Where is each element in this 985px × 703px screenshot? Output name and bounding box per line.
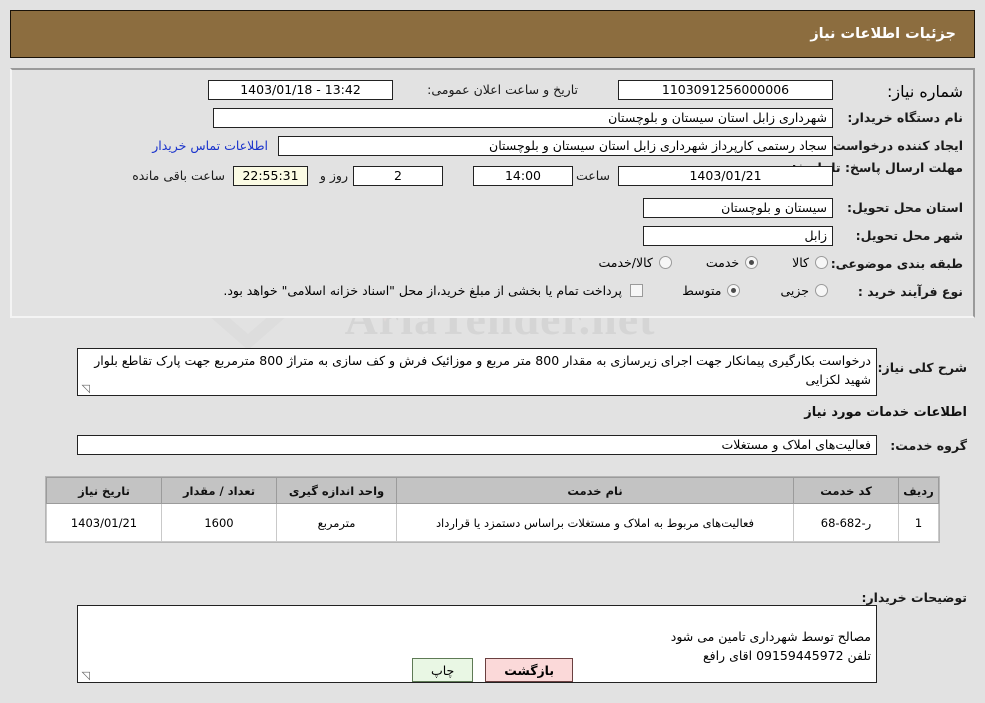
category-option-khedmat[interactable]: خدمت — [705, 255, 759, 270]
requester-value: سجاد رستمی کارپرداز شهرداری زابل استان س… — [278, 136, 833, 156]
category-label: طبقه بندی موضوعی: — [830, 256, 963, 271]
deadline-days-label: روز و — [319, 168, 348, 183]
action-buttons: بازگشت چاپ — [0, 658, 985, 682]
city-value: زابل — [643, 226, 833, 246]
radio-icon[interactable] — [745, 256, 759, 269]
cell-date: 1403/01/21 — [46, 503, 162, 542]
deadline-date: 1403/01/21 — [618, 166, 833, 186]
buyer-contact-link[interactable]: اطلاعات تماس خریدار — [152, 138, 268, 153]
process-option-jozei[interactable]: جزیی — [780, 283, 828, 298]
summary-label: شرح کلی نیاز: — [877, 360, 967, 375]
resize-grip-icon[interactable]: ◹ — [80, 383, 90, 394]
table-row: 1 ر-682-68 فعالیت‌های مربوط به املاک و م… — [46, 503, 939, 542]
services-table-wrapper: ردیف کد خدمت نام خدمت واحد اندازه گیری ت… — [45, 476, 940, 543]
treasury-docs-checkbox-row[interactable]: پرداخت تمام یا بخشی از مبلغ خرید،از محل … — [223, 283, 643, 298]
table-header-row: ردیف کد خدمت نام خدمت واحد اندازه گیری ت… — [46, 477, 939, 504]
radio-icon[interactable] — [658, 256, 672, 269]
public-announce-value: 13:42 - 1403/01/18 — [208, 80, 393, 100]
service-group-value: فعالیت‌های املاک و مستغلات — [77, 435, 877, 455]
checkbox-icon[interactable] — [630, 284, 643, 297]
cell-quantity: 1600 — [161, 503, 277, 542]
process-type-radio-group: جزیی متوسط — [682, 283, 828, 298]
deadline-time: 14:00 — [473, 166, 573, 186]
services-table: ردیف کد خدمت نام خدمت واحد اندازه گیری ت… — [46, 477, 939, 542]
deadline-label: مهلت ارسال پاسخ: تا تاریخ: — [791, 160, 963, 175]
buyer-org-value: شهرداری زابل استان سیستان و بلوچستان — [213, 108, 833, 128]
province-label: استان محل تحویل: — [846, 200, 963, 215]
category-option-kala[interactable]: کالا — [792, 255, 828, 270]
need-number-label: شماره نیاز: — [887, 82, 963, 101]
category-option-label: کالا — [792, 255, 809, 270]
th-quantity: تعداد / مقدار — [161, 477, 277, 504]
radio-icon[interactable] — [815, 256, 828, 269]
category-option-label: خدمت — [705, 255, 740, 270]
category-option-label: کالا/خدمت — [598, 255, 653, 270]
buyer-notes-label: توضیحات خریدار: — [861, 590, 967, 605]
page-root: AriaTender.net جزئیات اطلاعات نیاز شماره… — [0, 0, 985, 703]
public-announce-label: تاریخ و ساعت اعلان عمومی: — [427, 82, 578, 97]
th-date: تاریخ نیاز — [46, 477, 162, 504]
radio-icon[interactable] — [727, 284, 741, 297]
requester-label: ایجاد کننده درخواست: — [827, 138, 963, 153]
th-name: نام خدمت — [396, 477, 794, 504]
category-option-kala-khedmat[interactable]: کالا/خدمت — [598, 255, 672, 270]
process-option-motavaset[interactable]: متوسط — [682, 283, 741, 298]
need-number-value: 1103091256000006 — [618, 80, 833, 100]
th-row: ردیف — [898, 477, 939, 504]
cell-code: ر-682-68 — [793, 503, 899, 542]
treasury-docs-label: پرداخت تمام یا بخشی از مبلغ خرید،از محل … — [223, 283, 622, 298]
province-value: سیستان و بلوچستان — [643, 198, 833, 218]
summary-text: درخواست بکارگیری پیمانکار جهت اجرای زیرس… — [94, 353, 871, 387]
city-label: شهر محل تحویل: — [855, 228, 963, 243]
deadline-countdown: 22:55:31 — [233, 166, 308, 186]
cell-row: 1 — [898, 503, 939, 542]
service-group-label: گروه خدمت: — [890, 438, 967, 453]
need-info-panel: شماره نیاز: 1103091256000006 تاریخ و ساع… — [10, 68, 975, 318]
deadline-days: 2 — [353, 166, 443, 186]
back-button[interactable]: بازگشت — [485, 658, 574, 682]
buyer-org-label: نام دستگاه خریدار: — [847, 110, 963, 125]
th-code: کد خدمت — [793, 477, 899, 504]
deadline-remaining-label: ساعت باقی مانده — [132, 168, 225, 183]
radio-icon[interactable] — [815, 284, 828, 297]
process-option-label: جزیی — [780, 283, 809, 298]
print-button[interactable]: چاپ — [411, 658, 474, 682]
process-option-label: متوسط — [682, 283, 722, 298]
deadline-time-label: ساعت — [575, 168, 610, 183]
process-type-label: نوع فرآیند خرید : — [857, 284, 963, 299]
th-unit: واحد اندازه گیری — [276, 477, 397, 504]
summary-textarea[interactable]: درخواست بکارگیری پیمانکار جهت اجرای زیرس… — [77, 348, 877, 396]
services-section-title: اطلاعات خدمات مورد نیاز — [804, 405, 967, 420]
cell-name: فعالیت‌های مربوط به املاک و مستغلات براس… — [396, 503, 794, 542]
category-radio-group: کالا خدمت کالا/خدمت — [598, 255, 828, 270]
cell-unit: مترمربع — [276, 503, 397, 542]
